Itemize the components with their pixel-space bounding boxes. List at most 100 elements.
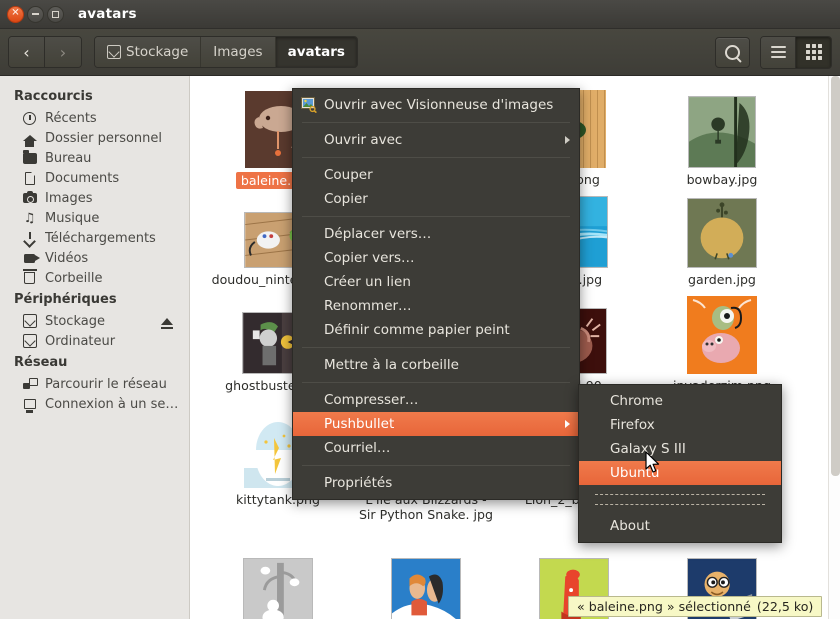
file-item[interactable]: [352, 542, 500, 619]
sidebar-item-ordinateur[interactable]: Ordinateur: [0, 331, 189, 351]
thumbnail-image: [687, 296, 757, 374]
sidebar-item-home[interactable]: Dossier personnel: [0, 128, 189, 148]
sidebar-item-label: Musique: [45, 210, 100, 226]
maximize-icon[interactable]: [47, 5, 64, 23]
menu-item-label: Mettre à la corbeille: [324, 357, 459, 373]
clock-icon: [22, 111, 37, 126]
breadcrumb-item-stockage[interactable]: Stockage: [95, 37, 202, 67]
menu-item-label: Compresser…: [324, 392, 419, 408]
mouse-cursor: [645, 451, 661, 475]
file-item[interactable]: garden.jpg: [648, 182, 796, 287]
breadcrumb-item-images[interactable]: Images: [201, 37, 276, 67]
scrollbar-thumb[interactable]: [831, 76, 840, 476]
context-menu[interactable]: Ouvrir avec Visionneuse d'images Ouvrir …: [292, 88, 580, 500]
sidebar-item-label: Bureau: [45, 150, 92, 166]
sidebar-item-stockage[interactable]: Stockage: [0, 311, 189, 331]
home-icon: [22, 131, 37, 147]
thumbnail-image: [391, 558, 461, 619]
vertical-scrollbar[interactable]: [828, 76, 840, 619]
drive-icon: [107, 45, 121, 59]
file-item[interactable]: invaderzim.png: [648, 288, 796, 393]
list-view-button[interactable]: [761, 36, 796, 68]
menu-item-label: Définir comme papier peint: [324, 322, 510, 338]
menu-separator: [302, 347, 570, 348]
grid-view-button[interactable]: [796, 36, 831, 68]
submenu-item-chrome[interactable]: Chrome: [579, 389, 781, 413]
network-icon: [22, 377, 38, 392]
eject-icon[interactable]: [161, 317, 173, 329]
menu-item-rename[interactable]: Renommer…: [293, 294, 579, 318]
file-item[interactable]: bowbay.jpg: [648, 82, 796, 187]
server-icon: [22, 397, 37, 413]
breadcrumb-item-avatars[interactable]: avatars: [275, 37, 357, 67]
menu-item-set-as-wallpaper[interactable]: Définir comme papier peint: [293, 318, 579, 342]
submenu-item-galaxy-s3[interactable]: Galaxy S III: [579, 437, 781, 461]
sidebar-item-pictures[interactable]: Images: [0, 188, 189, 208]
sidebar-item-trash[interactable]: Corbeille: [0, 268, 189, 288]
menu-item-label: About: [610, 518, 650, 534]
chevron-right-icon: [565, 420, 570, 428]
menu-item-move-to[interactable]: Déplacer vers…: [293, 222, 579, 246]
menu-separator: [302, 216, 570, 217]
submenu-item-firefox[interactable]: Firefox: [579, 413, 781, 437]
grid-view-icon: [805, 44, 822, 60]
menu-item-email[interactable]: Courriel…: [293, 436, 579, 460]
sidebar-item-music[interactable]: ♫ Musique: [0, 208, 189, 228]
file-manager-window: ✕ avatars ‹ › Stockage Images avatars Ra…: [0, 0, 840, 619]
file-name-label: garden.jpg: [688, 272, 756, 287]
forward-button[interactable]: ›: [45, 37, 81, 67]
sidebar-section-raccourcis: Raccourcis: [14, 89, 93, 104]
submenu-separator: [595, 494, 765, 495]
menu-item-copy[interactable]: Copier: [293, 187, 579, 211]
submenu-item-about[interactable]: About: [579, 514, 781, 538]
menu-item-copy-to[interactable]: Copier vers…: [293, 246, 579, 270]
breadcrumb-label: avatars: [287, 44, 345, 60]
sidebar-item-documents[interactable]: Documents: [0, 168, 189, 188]
status-text: « baleine.png » sélectionné: [577, 599, 751, 614]
document-icon: [22, 170, 37, 186]
sidebar-item-recents[interactable]: Récents: [0, 108, 189, 128]
menu-item-cut[interactable]: Couper: [293, 163, 579, 187]
menu-item-label: Copier vers…: [324, 250, 415, 266]
status-tooltip: « baleine.png » sélectionné (22,5 ko): [568, 596, 823, 617]
thumbnail: [648, 288, 796, 374]
sidebar-item-label: Images: [45, 190, 93, 206]
thumbnail-image: [687, 198, 757, 268]
back-button[interactable]: ‹: [9, 37, 45, 67]
drive-icon: [22, 334, 37, 349]
menu-item-compress[interactable]: Compresser…: [293, 388, 579, 412]
file-item[interactable]: [204, 542, 352, 619]
search-button[interactable]: [715, 36, 750, 68]
sidebar-item-connect-server[interactable]: Connexion à un ser…: [0, 394, 189, 414]
menu-item-move-to-trash[interactable]: Mettre à la corbeille: [293, 353, 579, 377]
breadcrumb: Stockage Images avatars: [94, 36, 358, 68]
menu-item-pushbullet[interactable]: Pushbullet: [293, 412, 579, 436]
menu-item-label: Ouvrir avec: [324, 132, 403, 148]
sidebar-item-desktop[interactable]: Bureau: [0, 148, 189, 168]
toolbar-right-controls: [715, 35, 832, 69]
folder-icon: [22, 149, 37, 166]
chevron-right-icon: [565, 136, 570, 144]
image-viewer-icon: [301, 97, 317, 114]
menu-item-label: Créer un lien: [324, 274, 411, 290]
sidebar: Raccourcis Récents Dossier personnel Bur…: [0, 76, 190, 619]
menu-item-open-with-image-viewer[interactable]: Ouvrir avec Visionneuse d'images: [293, 93, 579, 117]
sidebar-item-label: Vidéos: [45, 250, 89, 266]
sidebar-item-browse-network[interactable]: Parcourir le réseau: [0, 374, 189, 394]
sidebar-item-label: Stockage: [45, 313, 105, 329]
sidebar-item-videos[interactable]: Vidéos: [0, 248, 189, 268]
thumbnail-image: [688, 96, 756, 168]
menu-separator: [302, 382, 570, 383]
close-icon[interactable]: ✕: [7, 5, 24, 23]
list-view-icon: [770, 43, 786, 61]
menu-item-open-with[interactable]: Ouvrir avec: [293, 128, 579, 152]
music-note-icon: ♫: [23, 210, 36, 226]
menu-item-properties[interactable]: Propriétés: [293, 471, 579, 495]
thumbnail: [352, 542, 500, 619]
menu-item-label: Déplacer vers…: [324, 226, 432, 242]
minimize-icon[interactable]: [27, 5, 44, 23]
menu-item-create-link[interactable]: Créer un lien: [293, 270, 579, 294]
pushbullet-submenu[interactable]: Chrome Firefox Galaxy S III Ubuntu About: [578, 384, 782, 543]
submenu-item-ubuntu[interactable]: Ubuntu: [579, 461, 781, 485]
sidebar-item-downloads[interactable]: Téléchargements: [0, 228, 189, 248]
